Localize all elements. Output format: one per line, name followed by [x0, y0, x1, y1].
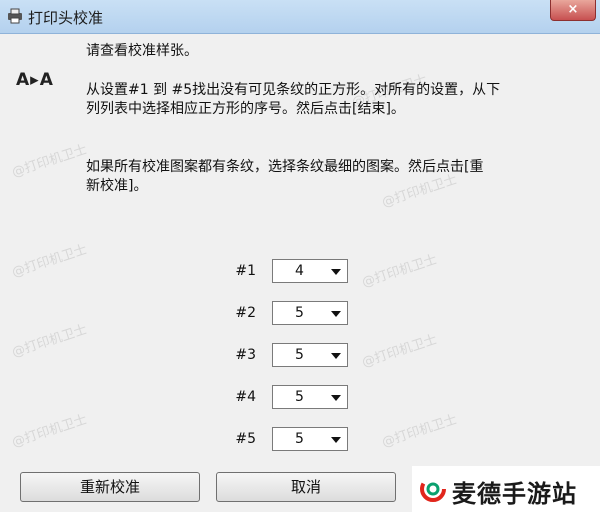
- instruction-heading: 请查看校准样张。: [86, 43, 198, 59]
- setting-select-2[interactable]: 5: [272, 301, 348, 325]
- recalibrate-button[interactable]: 重新校准: [20, 472, 200, 502]
- calibration-aa-icon: A▸A: [16, 70, 54, 90]
- instruction-text-2a: 如果所有校准图案都有条纹，选择条纹最细的图案。然后点击[重: [86, 159, 484, 175]
- setting-label-3: #3: [235, 347, 256, 363]
- instruction-text-1a: 从设置#1 到 #5找出没有可见条纹的正方形。对所有的设置，从下: [86, 82, 501, 98]
- cancel-button[interactable]: 取消: [216, 472, 396, 502]
- setting-select-5[interactable]: 5: [272, 427, 348, 451]
- window-title: 打印头校准: [28, 9, 104, 27]
- setting-select-3[interactable]: 5: [272, 343, 348, 367]
- brand-logo-icon: [420, 476, 446, 502]
- setting-select-4[interactable]: 5: [272, 385, 348, 409]
- dropdown-arrow-icon: [331, 269, 341, 275]
- title-bar: 打印头校准 ×: [0, 0, 600, 34]
- dropdown-arrow-icon: [331, 353, 341, 359]
- close-button[interactable]: ×: [550, 0, 596, 21]
- dropdown-arrow-icon: [331, 437, 341, 443]
- setting-label-1: #1: [235, 263, 256, 279]
- setting-label-4: #4: [235, 389, 256, 405]
- instruction-text-2b: 新校准]。: [86, 178, 148, 194]
- brand-name: 麦德手游站: [452, 480, 577, 508]
- setting-label-5: #5: [235, 431, 256, 447]
- setting-label-2: #2: [235, 305, 256, 321]
- setting-select-1[interactable]: 4: [272, 259, 348, 283]
- printer-icon: [8, 8, 22, 24]
- brand-watermark: 麦德手游站: [412, 466, 600, 512]
- instruction-text-1b: 列列表中选择相应正方形的序号。然后点击[结束]。: [86, 101, 405, 117]
- dropdown-arrow-icon: [331, 311, 341, 317]
- dropdown-arrow-icon: [331, 395, 341, 401]
